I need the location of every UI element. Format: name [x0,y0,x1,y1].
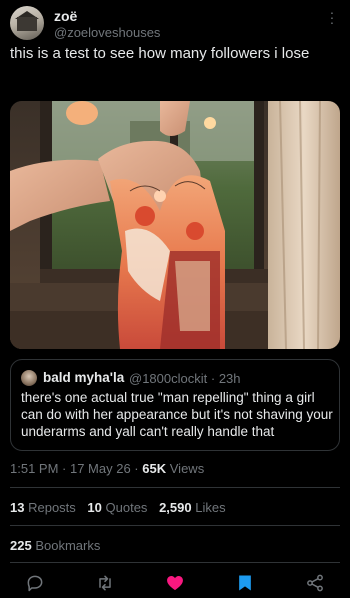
views-count: 65K [142,461,167,476]
action-bar [0,571,350,595]
quoted-author-handle: @1800clockit [129,371,208,386]
quoted-author-name: bald myha'la [43,370,125,385]
quotes-label: Quotes [105,500,148,515]
engagement-stats: 13 Reposts 10 Quotes 2,590 Likes [10,500,226,515]
more-options-icon[interactable]: · · · [326,5,338,29]
reposts-stat[interactable]: 13 Reposts [10,500,76,515]
tweet-time[interactable]: 1:51 PM [10,461,58,476]
bookmarks-label: Bookmarks [35,538,101,553]
reply-icon[interactable] [25,573,45,593]
bookmark-icon[interactable] [235,573,255,593]
bookmarks-count: 225 [10,538,32,553]
share-icon[interactable] [305,573,325,593]
repost-icon[interactable] [95,573,115,593]
bookmarks-stat[interactable]: 225 Bookmarks [10,538,100,553]
divider [10,487,340,488]
quotes-count: 10 [87,500,102,515]
author-display-name[interactable]: zoë [54,8,77,24]
tweet-date[interactable]: · 17 May 26 · [62,461,139,476]
reposts-count: 13 [10,500,25,515]
tweet-header: zoë @zoeloveshouses · · · [10,5,340,40]
author-handle[interactable]: @zoeloveshouses [54,25,160,40]
quoted-tweet-time: · 23h [210,371,241,386]
likes-count: 2,590 [159,500,192,515]
photo-illustration [10,101,340,349]
tweet-photo[interactable] [10,101,340,349]
divider [10,562,340,563]
divider [10,525,340,526]
likes-label: Likes [195,500,226,515]
avatar-house [17,17,37,31]
quoted-tweet-text: there's one actual true "man repelling" … [21,390,333,439]
tweet-text: this is a test to see how many followers… [10,45,310,62]
likes-stat[interactable]: 2,590 Likes [159,500,226,515]
author-avatar[interactable] [10,6,44,40]
quoted-author-meta: @1800clockit · 23h [129,371,241,386]
tweet-timestamp-row: 1:51 PM · 17 May 26 · 65K Views [10,461,204,476]
quotes-stat[interactable]: 10 Quotes [87,500,147,515]
quoted-author-avatar [21,370,37,386]
quoted-tweet[interactable]: bald myha'la @1800clockit · 23h there's … [10,359,340,451]
like-icon[interactable] [165,573,185,593]
views-label: Views [169,461,205,476]
reposts-label: Reposts [28,500,76,515]
